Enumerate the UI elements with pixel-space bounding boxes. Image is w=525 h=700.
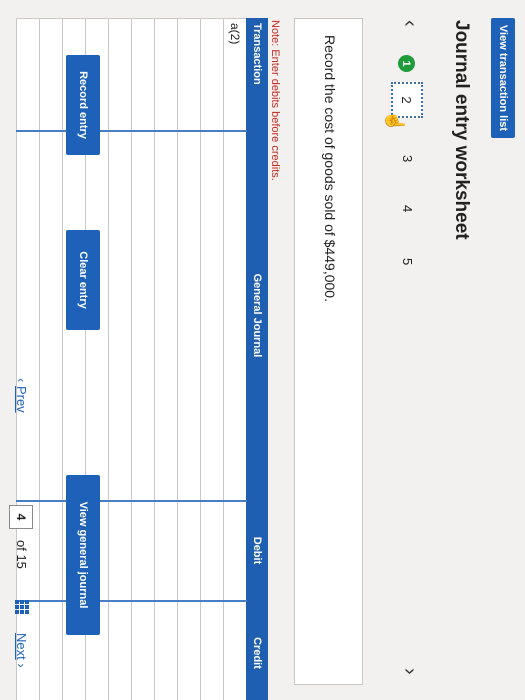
prev-label: Prev bbox=[14, 385, 29, 413]
debit-credit-note: Note: Enter debits before credits. bbox=[269, 20, 281, 181]
table-row: a(2) bbox=[223, 18, 247, 700]
chevron-left-icon: ‹ bbox=[14, 378, 29, 386]
transaction-cell: a(2) bbox=[223, 18, 247, 131]
transaction-cell bbox=[154, 18, 178, 131]
table-row bbox=[131, 18, 155, 700]
worksheet-panel: View transaction list Journal entry work… bbox=[0, 0, 525, 700]
debit-input[interactable] bbox=[131, 500, 155, 601]
photo-stage: View transaction list Journal entry work… bbox=[0, 0, 525, 700]
account-dropdown[interactable] bbox=[108, 130, 132, 501]
next-label: Next bbox=[14, 633, 29, 660]
transaction-cell bbox=[177, 18, 201, 131]
table-row bbox=[39, 18, 63, 700]
col-general-journal: General Journal bbox=[246, 130, 268, 501]
chevron-right-icon: › bbox=[14, 659, 29, 668]
transaction-cell bbox=[16, 18, 40, 131]
table-row bbox=[108, 18, 132, 700]
table-row bbox=[16, 18, 40, 700]
table-row bbox=[200, 18, 224, 700]
debit-input[interactable] bbox=[154, 500, 178, 601]
account-dropdown[interactable] bbox=[154, 130, 178, 501]
debit-input[interactable] bbox=[39, 500, 63, 601]
credit-input[interactable] bbox=[177, 600, 201, 700]
credit-input[interactable] bbox=[223, 600, 247, 700]
page-number-input[interactable]: 4 bbox=[9, 505, 33, 529]
debit-input[interactable] bbox=[108, 500, 132, 601]
hand-pointer-icon: ☝ bbox=[385, 110, 405, 133]
account-dropdown[interactable] bbox=[39, 130, 63, 501]
step-4[interactable]: 4 bbox=[400, 205, 415, 212]
table-row bbox=[154, 18, 178, 700]
chevron-left-icon[interactable]: ‹ bbox=[398, 20, 421, 27]
next-link[interactable]: Next › bbox=[14, 633, 29, 668]
prompt-text: Record the cost of goods sold of $449,00… bbox=[322, 35, 338, 302]
clear-entry-button[interactable]: Clear entry bbox=[66, 230, 100, 330]
account-dropdown[interactable] bbox=[16, 130, 40, 501]
table-row bbox=[177, 18, 201, 700]
credit-input[interactable] bbox=[39, 600, 63, 700]
page-count: of 15 bbox=[14, 540, 29, 569]
prev-link[interactable]: ‹ Prev bbox=[14, 378, 29, 413]
account-dropdown[interactable] bbox=[131, 130, 155, 501]
step-3[interactable]: 3 bbox=[400, 155, 415, 162]
step-5[interactable]: 5 bbox=[400, 258, 415, 265]
transaction-cell bbox=[39, 18, 63, 131]
step-1-active[interactable]: 1 bbox=[398, 55, 415, 72]
account-dropdown[interactable] bbox=[200, 130, 224, 501]
credit-input[interactable] bbox=[131, 600, 155, 700]
view-transaction-list-button[interactable]: View transaction list bbox=[491, 18, 515, 138]
transaction-cell bbox=[131, 18, 155, 131]
col-debit: Debit bbox=[246, 500, 268, 601]
debit-input[interactable] bbox=[177, 500, 201, 601]
credit-input[interactable] bbox=[200, 600, 224, 700]
col-credit: Credit bbox=[246, 600, 268, 700]
prompt-box: Record the cost of goods sold of $449,00… bbox=[294, 18, 363, 685]
grid-icon[interactable] bbox=[15, 600, 29, 614]
page-title: Journal entry worksheet bbox=[451, 20, 472, 240]
credit-input[interactable] bbox=[154, 600, 178, 700]
col-transaction: Transaction bbox=[246, 18, 268, 131]
credit-input[interactable] bbox=[108, 600, 132, 700]
debit-input[interactable] bbox=[223, 500, 247, 601]
transaction-cell bbox=[200, 18, 224, 131]
account-dropdown[interactable] bbox=[177, 130, 201, 501]
account-dropdown[interactable] bbox=[223, 130, 247, 501]
transaction-cell bbox=[108, 18, 132, 131]
debit-input[interactable] bbox=[200, 500, 224, 601]
view-general-journal-button[interactable]: View general journal bbox=[66, 475, 100, 635]
chevron-right-icon[interactable]: › bbox=[398, 668, 421, 675]
record-entry-button[interactable]: Record entry bbox=[66, 55, 100, 155]
journal-table: Transaction General Journal Debit Credit… bbox=[16, 18, 268, 700]
